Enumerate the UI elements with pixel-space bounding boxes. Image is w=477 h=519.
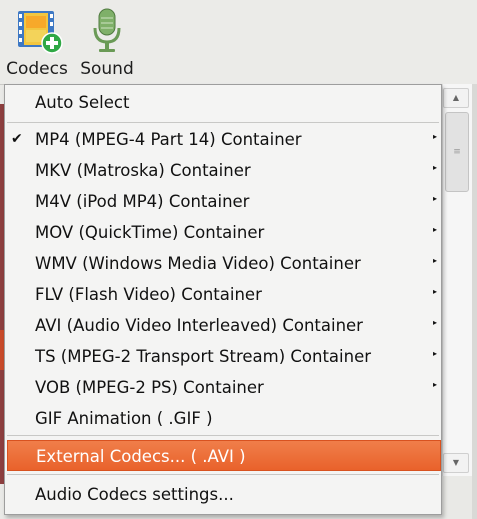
scrollbar-thumb[interactable]: ≡ — [445, 112, 469, 192]
menu-item-label: MP4 (MPEG-4 Part 14) Container — [35, 130, 302, 149]
menu-separator — [7, 435, 439, 436]
scroll-up-arrow-icon[interactable]: ▲ — [443, 88, 469, 108]
menu-item-gif[interactable]: GIF Animation ( .GIF ) — [5, 403, 441, 434]
scroll-down-arrow-icon[interactable]: ▼ — [443, 453, 469, 473]
menu-item-label: Audio Codecs settings... — [35, 485, 234, 504]
menu-item-external-codecs[interactable]: External Codecs... ( .AVI ) — [7, 440, 441, 471]
menu-item-label: WMV (Windows Media Video) Container — [35, 254, 361, 273]
menu-item-label: MOV (QuickTime) Container — [35, 223, 265, 242]
submenu-arrow-icon: ▸ — [432, 380, 437, 389]
menu-item-label: AVI (Audio Video Interleaved) Container — [35, 316, 363, 335]
menu-item-label: TS (MPEG-2 Transport Stream) Container — [35, 347, 372, 366]
menu-item-mp4[interactable]: ✔ MP4 (MPEG-4 Part 14) Container ▸ — [5, 124, 441, 155]
menu-item-avi[interactable]: AVI (Audio Video Interleaved) Container … — [5, 310, 441, 341]
menu-separator — [7, 474, 439, 475]
submenu-arrow-icon: ▸ — [432, 256, 437, 265]
sound-label: Sound — [80, 59, 134, 79]
menu-separator — [7, 122, 439, 123]
menu-item-vob[interactable]: VOB (MPEG-2 PS) Container ▸ — [5, 372, 441, 403]
menu-item-ts[interactable]: TS (MPEG-2 Transport Stream) Container ▸ — [5, 341, 441, 372]
menu-item-mov[interactable]: MOV (QuickTime) Container ▸ — [5, 217, 441, 248]
microphone-icon — [93, 8, 121, 52]
menu-item-m4v[interactable]: M4V (iPod MP4) Container ▸ — [5, 186, 441, 217]
submenu-arrow-icon: ▸ — [432, 163, 437, 172]
menu-item-label: External Codecs... ( .AVI ) — [36, 447, 246, 466]
submenu-arrow-icon: ▸ — [432, 318, 437, 327]
menu-item-label: Auto Select — [35, 93, 130, 112]
codecs-dropdown-menu: Auto Select ✔ MP4 (MPEG-4 Part 14) Conta… — [4, 84, 442, 515]
menu-item-wmv[interactable]: WMV (Windows Media Video) Container ▸ — [5, 248, 441, 279]
submenu-arrow-icon: ▸ — [432, 349, 437, 358]
toolbar: Codecs Sound — [0, 0, 477, 84]
menu-item-label: M4V (iPod MP4) Container — [35, 192, 250, 211]
window-edge — [472, 84, 477, 519]
submenu-arrow-icon: ▸ — [432, 132, 437, 141]
menu-item-label: FLV (Flash Video) Container — [35, 285, 262, 304]
menu-item-label: GIF Animation ( .GIF ) — [35, 409, 213, 428]
sound-button[interactable]: Sound — [78, 0, 136, 84]
menu-item-label: MKV (Matroska) Container — [35, 161, 251, 180]
film-plus-icon — [18, 11, 63, 54]
menu-item-audio-codecs-settings[interactable]: Audio Codecs settings... — [5, 479, 441, 510]
codecs-label: Codecs — [6, 59, 68, 79]
checkmark-icon: ✔ — [11, 131, 23, 147]
menu-item-label: VOB (MPEG-2 PS) Container — [35, 378, 264, 397]
menu-item-flv[interactable]: FLV (Flash Video) Container ▸ — [5, 279, 441, 310]
submenu-arrow-icon: ▸ — [432, 194, 437, 203]
codecs-button[interactable]: Codecs — [4, 0, 70, 84]
submenu-arrow-icon: ▸ — [432, 287, 437, 296]
submenu-arrow-icon: ▸ — [432, 225, 437, 234]
menu-item-auto-select[interactable]: Auto Select — [5, 87, 441, 118]
menu-item-mkv[interactable]: MKV (Matroska) Container ▸ — [5, 155, 441, 186]
